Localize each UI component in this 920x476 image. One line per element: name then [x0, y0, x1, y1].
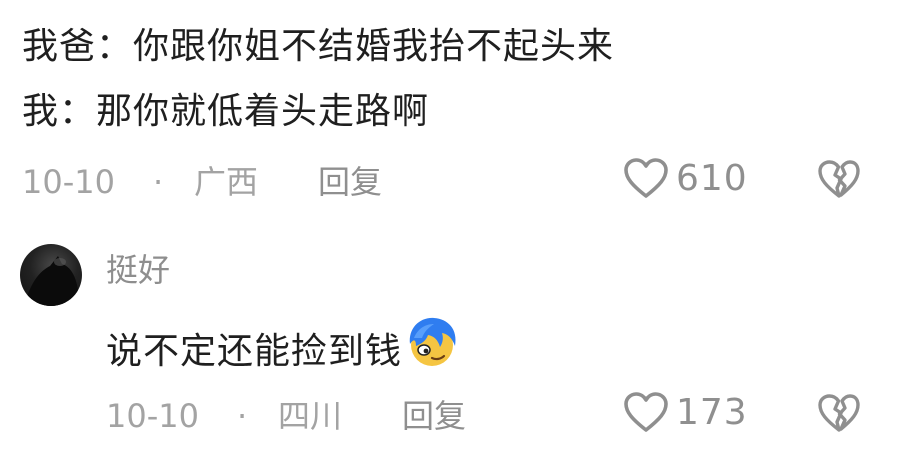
- like-button[interactable]: 173: [622, 390, 748, 434]
- reply-button[interactable]: 回复: [318, 162, 382, 202]
- comment-text-line-1: 我爸：你跟你姐不结婚我抬不起头来: [22, 26, 615, 67]
- comment-date: 10-10: [22, 163, 115, 201]
- like-count: 173: [676, 391, 748, 433]
- meta-separator: ·: [237, 397, 248, 435]
- comment-text-line-2: 我：那你就低着头走路啊: [22, 91, 430, 132]
- like-count: 610: [676, 157, 748, 199]
- like-button[interactable]: 610: [622, 156, 748, 200]
- broken-heart-icon: [818, 394, 860, 432]
- meta-separator: ·: [153, 163, 164, 201]
- comment-location: 四川: [278, 397, 343, 435]
- comment-date: 10-10: [106, 397, 199, 435]
- username[interactable]: 挺好: [106, 250, 170, 290]
- broken-heart-icon: [818, 160, 860, 198]
- comment-text-body: 说不定还能捡到钱: [106, 331, 403, 372]
- heart-outline-icon: [624, 392, 668, 432]
- dislike-button[interactable]: [816, 392, 862, 438]
- reply-button[interactable]: 回复: [402, 396, 466, 436]
- avatar[interactable]: [20, 244, 82, 306]
- comment-location: 广西: [194, 163, 259, 201]
- avatar-image: [24, 256, 78, 306]
- comment-text: 说不定还能捡到钱: [106, 317, 460, 388]
- blue-hair-smirk-emoji-icon: [404, 314, 460, 384]
- heart-outline-icon: [624, 158, 668, 198]
- dislike-button[interactable]: [816, 158, 862, 204]
